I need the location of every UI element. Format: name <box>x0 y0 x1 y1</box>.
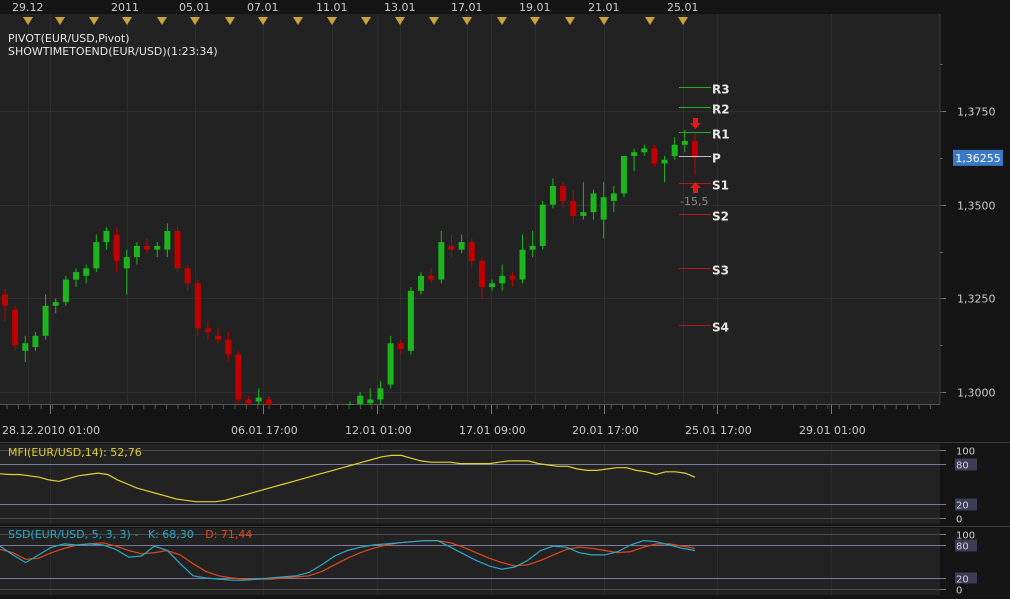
level-label: 100 <box>956 447 975 458</box>
time-tick-label: 28.12.2010 01:00 <box>2 424 100 437</box>
pivot-level-label: S1 <box>712 179 729 193</box>
stochastic-title: SSD(EUR/USD, 5, 3, 3) - <box>8 528 138 541</box>
top-date-label: 05.01 <box>179 1 211 14</box>
stochastic-k-value: K: 68,30 <box>148 528 194 541</box>
timer-study-label[interactable]: SHOWTIMETOEND(EUR/USD)(1:23:34) <box>8 45 218 58</box>
level-label: 20 <box>956 501 969 512</box>
stochastic-d-value: D: 71,44 <box>205 528 252 541</box>
bullish-candle <box>407 287 414 355</box>
bullish-candle <box>387 335 394 389</box>
pivot-level-label: P <box>712 152 721 166</box>
time-tick-label: 25.01 17:00 <box>685 424 752 437</box>
level-label: 80 <box>956 542 969 553</box>
mfi-label[interactable]: MFI(EUR/USD,14): 52,76 <box>8 446 142 459</box>
pivot-level-label: S2 <box>712 210 729 224</box>
bullish-candle <box>539 200 546 250</box>
level-label: 0 <box>956 515 962 526</box>
top-date-label: 17.01 <box>451 1 483 14</box>
time-tick-label: 12.01 01:00 <box>345 424 412 437</box>
top-date-label: 21.01 <box>588 1 620 14</box>
price-panel[interactable] <box>0 14 940 404</box>
time-tick-label: 17.01 09:00 <box>459 424 526 437</box>
current-price-badge: 1,36255 <box>953 149 1003 166</box>
top-date-label: 19.01 <box>519 1 551 14</box>
stochastic-label[interactable]: SSD(EUR/USD, 5, 3, 3) - K: 68,30 D: 71,4… <box>8 528 252 541</box>
pivot-study-label[interactable]: PIVOT(EUR/USD,Pivot) <box>8 32 130 45</box>
time-axis[interactable]: 28.12.2010 01:00 06.01 17:00 12.01 01:00 17… <box>0 405 1010 442</box>
price-tick-label: 1,3750 <box>957 106 996 119</box>
pivot-level-label: R1 <box>712 128 730 142</box>
pivot-level-label: S3 <box>712 264 729 278</box>
top-date-label: 13.01 <box>384 1 416 14</box>
pivot-level-label: R3 <box>712 83 730 97</box>
chart-window: 29.12 2011 05.01 07.01 11.01 13.01 17.01 19.01 2… <box>0 0 1010 597</box>
current-price-value: 1,36255 <box>955 152 1001 165</box>
bearish-candle <box>174 227 181 273</box>
trading-chart[interactable]: 29.12 2011 05.01 07.01 11.01 13.01 17.01 19.01 2… <box>0 0 1010 597</box>
time-tick-label: 29.01 01:00 <box>799 424 866 437</box>
bullish-candle <box>620 155 627 198</box>
bearish-candle <box>12 305 19 351</box>
top-date-label: 07.01 <box>247 1 279 14</box>
top-date-label: 11.01 <box>316 1 348 14</box>
top-date-label: 29.12 <box>12 1 44 14</box>
pivot-level-label: R2 <box>712 103 730 117</box>
level-label: 80 <box>956 461 969 472</box>
price-tick-label: 1,3250 <box>957 293 996 306</box>
pivot-level-label: S4 <box>712 321 729 335</box>
time-tick-label: 06.01 17:00 <box>231 424 298 437</box>
price-tick-label: 1,3500 <box>957 200 996 213</box>
bearish-candle <box>235 350 242 404</box>
bullish-candle <box>62 275 69 306</box>
top-date-label: 2011 <box>111 1 139 14</box>
bearish-candle <box>194 279 201 336</box>
level-label: 0 <box>956 586 962 596</box>
time-tick-label: 20.01 17:00 <box>572 424 639 437</box>
pivot-note: -15,5 <box>680 195 708 208</box>
top-date-label: 25.01 <box>667 1 699 14</box>
price-tick-label: 1,3000 <box>957 387 996 400</box>
